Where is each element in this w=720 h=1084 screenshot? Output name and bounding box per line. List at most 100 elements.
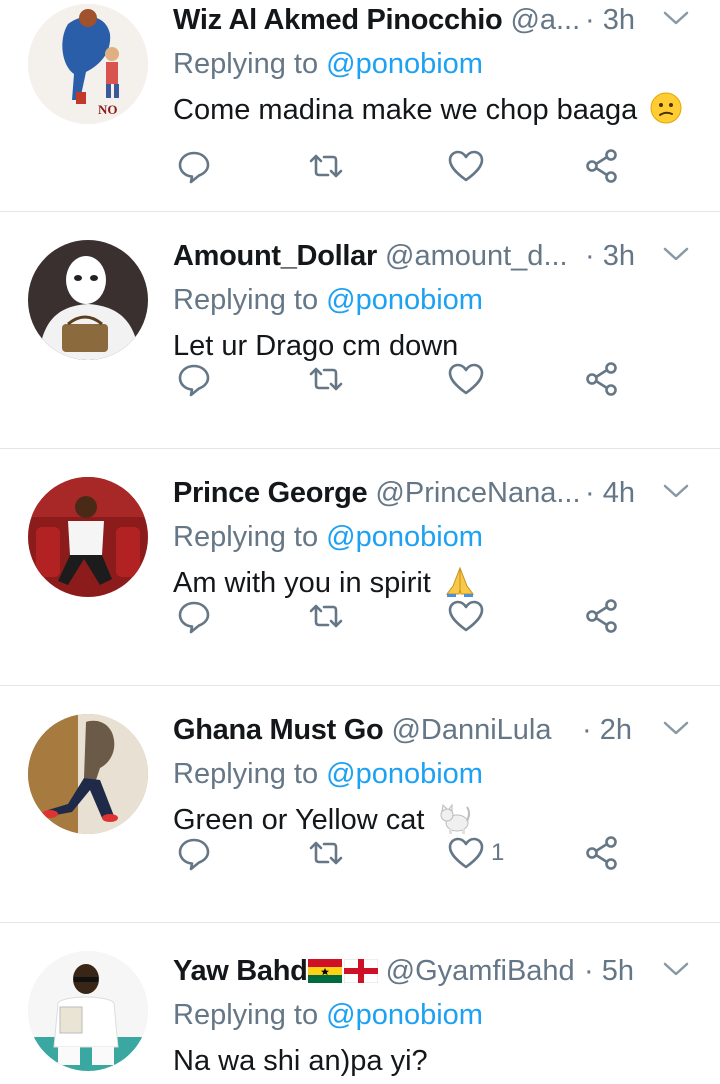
replying-to-line: Replying to @ponobiom: [173, 44, 720, 84]
replying-to-label: Replying to: [173, 284, 319, 316]
user-handle[interactable]: @GyamfiBahd: [386, 955, 575, 987]
reply-icon: [178, 601, 210, 634]
tweet-actions: [175, 359, 655, 399]
tweet-header: Yaw Bahd @GyamfiBahd · 5h: [173, 951, 720, 991]
mention-link[interactable]: @ponobiom: [326, 48, 483, 80]
share-button[interactable]: [583, 146, 621, 186]
chevron-down-icon[interactable]: [662, 957, 690, 981]
heart-icon: [448, 363, 484, 395]
like-button[interactable]: [447, 146, 491, 186]
tweet-header: Ghana Must Go @DanniLula · 2h: [173, 710, 720, 750]
reply-icon: [178, 364, 210, 397]
tweet[interactable]: Amount_Dollar @amount_d... · 3h Replying…: [0, 212, 720, 449]
tweet-header: Amount_Dollar @amount_d... · 3h: [173, 236, 720, 276]
replying-to-label: Replying to: [173, 521, 319, 553]
share-button[interactable]: [583, 359, 621, 399]
display-name[interactable]: Wiz Al Akmed Pinocchio: [173, 4, 503, 36]
timestamp[interactable]: · 3h: [585, 0, 635, 40]
tweet[interactable]: Prince George @PrinceNana... · 4h Replyi…: [0, 449, 720, 686]
tweet-text-content: Na wa shi an)pa yi?: [173, 1045, 428, 1077]
share-button[interactable]: [583, 833, 621, 873]
retweet-button[interactable]: [307, 833, 345, 873]
mention-link[interactable]: @ponobiom: [326, 999, 483, 1031]
display-name[interactable]: Prince George: [173, 477, 368, 509]
mention-link[interactable]: @ponobiom: [326, 284, 483, 316]
cat-emoji: [440, 803, 470, 834]
reply-feed: NO Wiz Al Akmed Pinocchio @a... · 3h Rep…: [0, 0, 720, 1084]
like-button[interactable]: [447, 596, 491, 636]
share-icon: [586, 836, 617, 870]
ghana-flag-emoji: [307, 959, 342, 983]
user-handle[interactable]: @PrinceNana...: [375, 477, 580, 509]
retweet-icon: [309, 367, 343, 391]
chevron-down-icon[interactable]: [662, 6, 690, 30]
retweet-button[interactable]: [307, 596, 345, 636]
chevron-down-icon[interactable]: [662, 242, 690, 266]
replying-to-line: Replying to @ponobiom: [173, 517, 720, 557]
user-handle[interactable]: @DanniLula: [391, 714, 551, 746]
reply-button[interactable]: [175, 596, 213, 636]
tweet-text: Na wa shi an)pa yi?: [173, 1041, 720, 1081]
like-count: 1: [491, 839, 505, 866]
mention-link[interactable]: @ponobiom: [326, 521, 483, 553]
reply-icon: [178, 151, 210, 184]
tweet-header: Wiz Al Akmed Pinocchio @a... · 3h: [173, 0, 720, 40]
tweet[interactable]: Yaw Bahd @GyamfiBahd · 5h Replying to @p…: [0, 923, 720, 1084]
timestamp[interactable]: · 2h: [582, 710, 632, 750]
replying-to-label: Replying to: [173, 48, 319, 80]
avatar-stamp-text: NO: [98, 102, 118, 117]
mention-link[interactable]: @ponobiom: [326, 758, 483, 790]
tweet-text-content: Am with you in spirit: [173, 567, 431, 599]
avatar[interactable]: [28, 951, 148, 1071]
reply-button[interactable]: [175, 359, 213, 399]
user-handle[interactable]: @a...: [510, 4, 580, 36]
chevron-down-icon[interactable]: [662, 479, 690, 503]
replying-to-label: Replying to: [173, 999, 319, 1031]
retweet-icon: [309, 154, 343, 178]
display-name[interactable]: Ghana Must Go: [173, 714, 384, 746]
timestamp[interactable]: · 4h: [585, 473, 635, 513]
like-button[interactable]: [447, 359, 491, 399]
avatar[interactable]: [28, 240, 148, 360]
share-icon: [586, 362, 617, 396]
retweet-button[interactable]: [307, 359, 345, 399]
chevron-down-icon[interactable]: [662, 716, 690, 740]
replying-to-label: Replying to: [173, 758, 319, 790]
retweet-icon: [309, 604, 343, 628]
tweet[interactable]: NO Wiz Al Akmed Pinocchio @a... · 3h Rep…: [0, 0, 720, 212]
tweet-actions: [175, 146, 655, 186]
share-button[interactable]: [583, 596, 621, 636]
england-flag-emoji: [343, 958, 379, 984]
reply-button[interactable]: [175, 146, 213, 186]
tweet-text-content: Come madina make we chop baaga: [173, 94, 638, 126]
tweet-actions: [175, 596, 655, 636]
display-name[interactable]: Yaw Bahd: [173, 955, 308, 987]
user-handle[interactable]: @amount_d...: [385, 240, 568, 272]
heart-icon: [448, 150, 484, 182]
tweet-text: Come madina make we chop baaga: [173, 90, 720, 130]
like-button[interactable]: 1: [447, 833, 504, 873]
timestamp[interactable]: · 3h: [585, 236, 635, 276]
timestamp[interactable]: · 5h: [584, 951, 634, 991]
tweet-text-content: Green or Yellow cat: [173, 804, 425, 836]
avatar[interactable]: NO: [28, 4, 148, 124]
reply-button[interactable]: [175, 833, 213, 873]
replying-to-line: Replying to @ponobiom: [173, 995, 720, 1035]
retweet-button[interactable]: [307, 146, 345, 186]
heart-icon: [448, 600, 484, 632]
share-icon: [586, 599, 617, 633]
display-name[interactable]: Amount_Dollar: [173, 240, 377, 272]
retweet-icon: [309, 841, 343, 865]
replying-to-line: Replying to @ponobiom: [173, 754, 720, 794]
avatar[interactable]: [28, 477, 148, 597]
folded-hands-emoji: [445, 566, 474, 597]
tweet-header: Prince George @PrinceNana... · 4h: [173, 473, 720, 513]
replying-to-line: Replying to @ponobiom: [173, 280, 720, 320]
heart-icon: [448, 837, 484, 869]
tweet[interactable]: Ghana Must Go @DanniLula · 2h Replying t…: [0, 686, 720, 923]
confused-face-emoji: [650, 92, 682, 124]
avatar[interactable]: [28, 714, 148, 834]
reply-icon: [178, 838, 210, 871]
share-icon: [586, 149, 617, 183]
tweet-text-content: Let ur Drago cm down: [173, 330, 459, 362]
